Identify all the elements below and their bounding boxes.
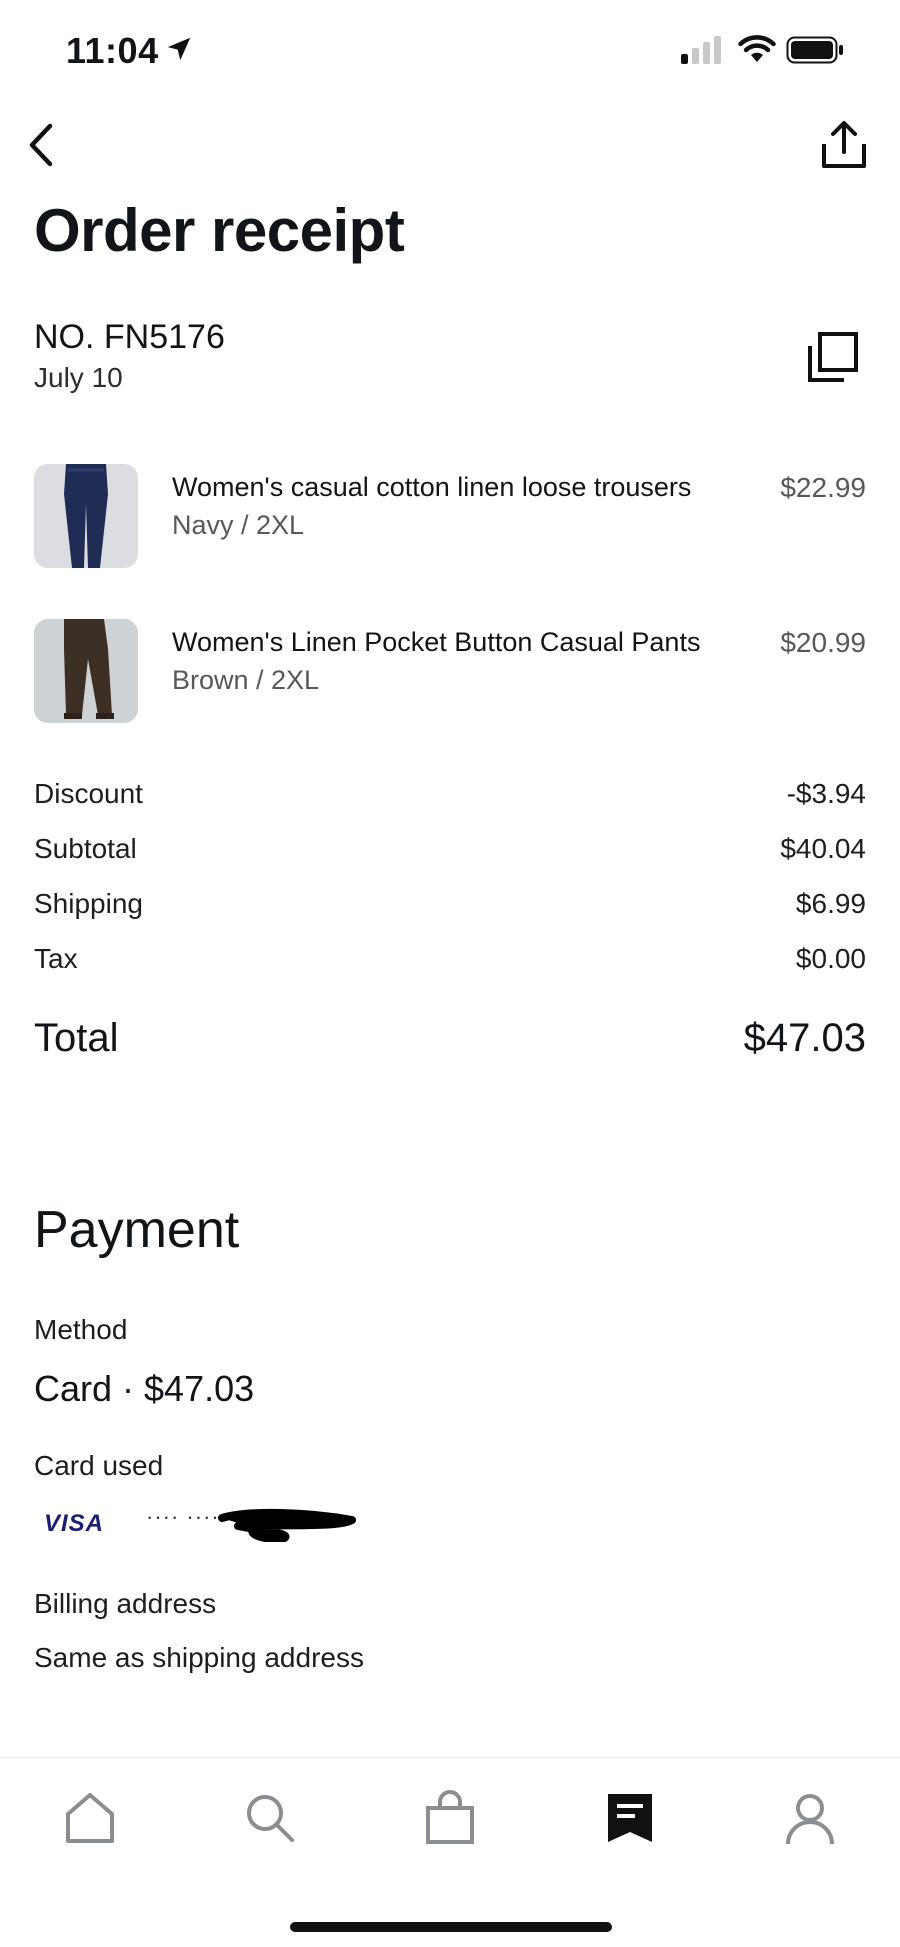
discount-value: -$3.94 bbox=[786, 778, 866, 809]
shopping-bag-icon[interactable] bbox=[420, 1788, 480, 1848]
discount-row: Discount -$3.94 bbox=[34, 778, 866, 818]
home-icon[interactable] bbox=[60, 1788, 120, 1848]
redaction-scribble bbox=[218, 1508, 356, 1542]
order-item[interactable]: Women's Linen Pocket Button Casual Pants… bbox=[34, 619, 866, 727]
cellular-signal-icon bbox=[681, 36, 721, 64]
method-value: Card · $47.03 bbox=[34, 1368, 255, 1409]
order-date: July 10 bbox=[34, 362, 123, 393]
brown-pants-image bbox=[34, 619, 138, 723]
card-used-label: Card used bbox=[34, 1450, 164, 1481]
total-value: $47.03 bbox=[743, 1016, 866, 1060]
total-row: Total $47.03 bbox=[34, 1016, 866, 1066]
home-indicator bbox=[290, 1922, 612, 1932]
order-receipt-screen: 11:04 Order receipt NO. FN5176 July 10 W… bbox=[0, 0, 900, 1947]
tax-row: Tax $0.00 bbox=[34, 943, 866, 983]
billing-address-label: Billing address bbox=[34, 1588, 217, 1619]
copy-button[interactable] bbox=[806, 330, 860, 384]
bottom-tab-bar bbox=[0, 1757, 900, 1947]
status-time: 11:04 bbox=[66, 30, 159, 71]
visa-logo: VISA bbox=[44, 1510, 105, 1537]
battery-icon bbox=[786, 36, 843, 64]
billing-address-value: Same as shipping address bbox=[34, 1642, 364, 1673]
item-price: $22.99 bbox=[780, 472, 866, 503]
product-thumbnail bbox=[34, 464, 138, 568]
receipt-icon[interactable] bbox=[600, 1788, 660, 1848]
order-number: NO. FN5176 bbox=[34, 318, 225, 356]
item-variant: Navy / 2XL bbox=[172, 510, 305, 540]
shipping-label: Shipping bbox=[34, 888, 143, 919]
profile-icon[interactable] bbox=[780, 1788, 840, 1848]
shipping-value: $6.99 bbox=[795, 888, 866, 919]
total-label: Total bbox=[34, 1016, 119, 1060]
item-title: Women's casual cotton linen loose trouse… bbox=[172, 472, 692, 502]
subtotal-value: $40.04 bbox=[780, 833, 866, 864]
shipping-row: Shipping $6.99 bbox=[34, 888, 866, 928]
share-button[interactable] bbox=[820, 118, 868, 172]
subtotal-row: Subtotal $40.04 bbox=[34, 833, 866, 873]
back-button[interactable] bbox=[22, 120, 62, 170]
item-variant: Brown / 2XL bbox=[172, 665, 320, 695]
item-title: Women's Linen Pocket Button Casual Pants bbox=[172, 627, 701, 657]
subtotal-label: Subtotal bbox=[34, 833, 137, 864]
tax-value: $0.00 bbox=[795, 943, 866, 974]
status-bar: 11:04 bbox=[0, 0, 900, 100]
discount-label: Discount bbox=[34, 778, 143, 809]
search-icon[interactable] bbox=[240, 1788, 300, 1848]
order-item[interactable]: Women's casual cotton linen loose trouse… bbox=[34, 464, 866, 572]
location-arrow-icon bbox=[167, 37, 191, 61]
method-label: Method bbox=[34, 1314, 128, 1345]
tax-label: Tax bbox=[34, 943, 78, 974]
navy-trousers-image bbox=[34, 464, 138, 568]
payment-heading: Payment bbox=[34, 1201, 240, 1259]
wifi-icon bbox=[738, 35, 776, 62]
page-title: Order receipt bbox=[34, 197, 405, 264]
product-thumbnail bbox=[34, 619, 138, 723]
item-price: $20.99 bbox=[780, 627, 866, 658]
